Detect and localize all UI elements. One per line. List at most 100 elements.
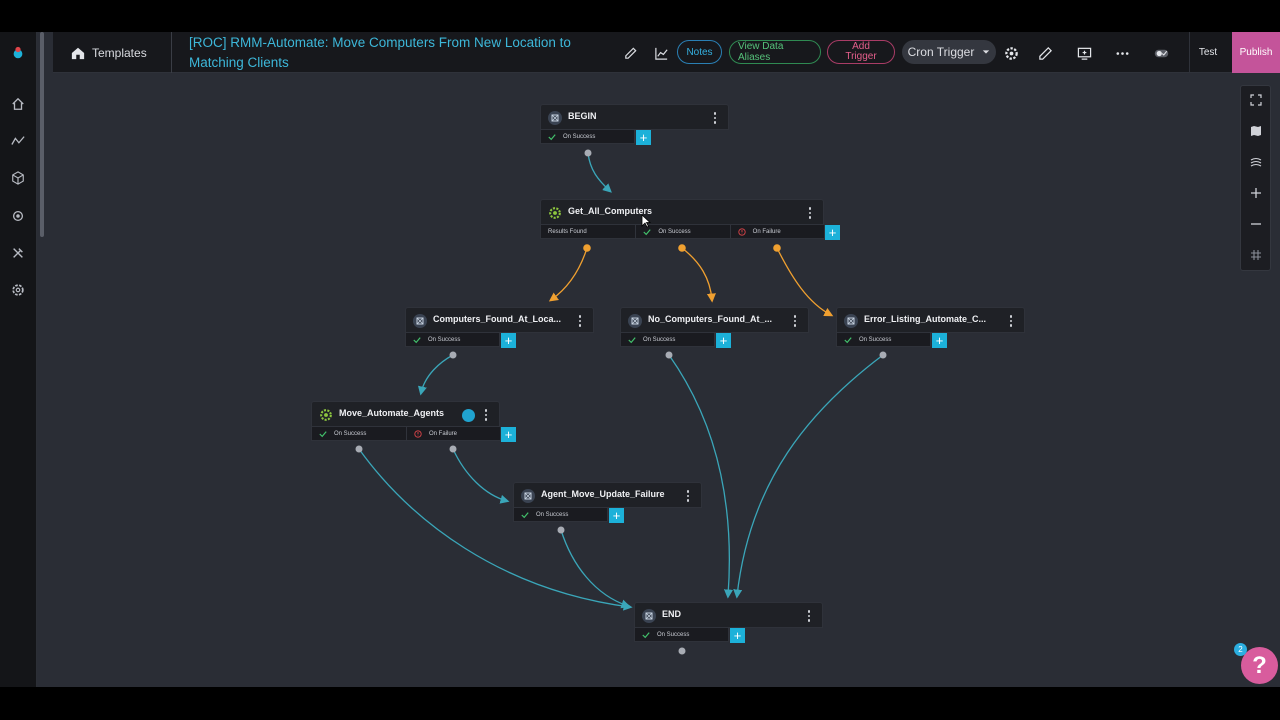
zoom-in-icon[interactable] bbox=[1248, 185, 1264, 201]
node-menu-icon[interactable] bbox=[577, 314, 583, 328]
script-icon bbox=[548, 111, 562, 125]
port-on-success[interactable]: On Success bbox=[635, 628, 728, 642]
node-menu-icon[interactable] bbox=[806, 609, 812, 623]
node-ports: On Success bbox=[634, 628, 729, 642]
add-step-button[interactable]: + bbox=[636, 130, 651, 145]
port-results-found[interactable]: Results Found bbox=[541, 225, 635, 239]
port-label: Results Found bbox=[548, 229, 587, 235]
error-icon bbox=[414, 430, 422, 438]
port-label: On Failure bbox=[429, 431, 458, 437]
node-menu-icon[interactable] bbox=[712, 111, 718, 125]
wire-results-to-found bbox=[548, 247, 588, 302]
port-label: On Success bbox=[428, 337, 461, 343]
node-ports: On Success On Failure bbox=[311, 427, 501, 441]
node-title: Error_Listing_Automate_C... bbox=[864, 314, 987, 324]
node-header[interactable]: Error_Listing_Automate_C... bbox=[836, 307, 1025, 333]
add-step-button[interactable]: + bbox=[730, 628, 745, 643]
node-ports: On Success bbox=[405, 333, 500, 347]
node-menu-icon[interactable] bbox=[685, 489, 691, 503]
gear-icon bbox=[319, 408, 333, 422]
node-menu-icon[interactable] bbox=[1008, 314, 1014, 328]
port-label: On Failure bbox=[752, 229, 781, 235]
port-label: On Success bbox=[657, 632, 690, 638]
fullscreen-icon[interactable] bbox=[1248, 92, 1264, 108]
wire-found-to-move bbox=[417, 354, 454, 396]
wire-move-failure-to-agent-fail bbox=[452, 448, 510, 504]
port-label: On Success bbox=[643, 337, 676, 343]
node-ports: On Success bbox=[513, 508, 608, 522]
port-on-success[interactable]: On Success bbox=[621, 333, 714, 347]
port-on-failure[interactable]: On Failure bbox=[406, 427, 500, 441]
check-icon bbox=[413, 337, 421, 344]
mouse-cursor-icon bbox=[641, 214, 651, 228]
port-label: On Success bbox=[658, 229, 691, 235]
add-step-button[interactable]: + bbox=[501, 427, 516, 442]
node-error-listing[interactable]: Error_Listing_Automate_C... On Success + bbox=[836, 307, 1025, 355]
map-icon[interactable] bbox=[1248, 123, 1264, 139]
node-end[interactable]: END On Success + bbox=[634, 602, 823, 650]
check-icon bbox=[628, 337, 636, 344]
gear-icon bbox=[548, 206, 562, 220]
port-on-success[interactable]: On Success bbox=[406, 333, 499, 347]
port-on-success[interactable]: On Success bbox=[514, 508, 607, 522]
node-title: Computers_Found_At_Loca... bbox=[433, 314, 562, 324]
script-icon bbox=[844, 314, 858, 328]
node-no-computers-found[interactable]: No_Computers_Found_At_... On Success + bbox=[620, 307, 809, 355]
script-icon bbox=[521, 489, 535, 503]
sync-icon bbox=[462, 409, 475, 422]
help-badge: 2 bbox=[1234, 643, 1247, 656]
check-icon bbox=[548, 134, 556, 141]
port-label: On Success bbox=[536, 512, 569, 518]
add-step-button[interactable]: + bbox=[609, 508, 624, 523]
node-move-automate-agents[interactable]: Move_Automate_Agents On Success On Failu… bbox=[311, 401, 516, 449]
wire-error-to-end bbox=[733, 354, 884, 599]
node-title: END bbox=[662, 609, 682, 619]
node-ports: On Success bbox=[540, 130, 635, 144]
port-label: On Success bbox=[334, 431, 367, 437]
check-icon bbox=[642, 632, 650, 639]
node-header[interactable]: Move_Automate_Agents bbox=[311, 401, 500, 427]
add-step-button[interactable]: + bbox=[716, 333, 731, 348]
wire-failure-to-error bbox=[776, 247, 834, 317]
node-ports: Results Found On Success On Failure bbox=[540, 225, 825, 239]
script-icon bbox=[413, 314, 427, 328]
port-on-success[interactable]: On Success bbox=[312, 427, 406, 441]
node-title: No_Computers_Found_At_... bbox=[648, 314, 773, 324]
port-on-success[interactable]: On Success bbox=[541, 130, 634, 144]
canvas-tools bbox=[1240, 85, 1271, 271]
node-header[interactable]: Computers_Found_At_Loca... bbox=[405, 307, 594, 333]
check-icon bbox=[521, 512, 529, 519]
script-icon bbox=[628, 314, 642, 328]
script-icon bbox=[642, 609, 656, 623]
add-step-button[interactable]: + bbox=[825, 225, 840, 240]
node-header[interactable]: BEGIN bbox=[540, 104, 729, 130]
node-begin[interactable]: BEGIN On Success + bbox=[540, 104, 729, 152]
node-agent-move-update-failure[interactable]: Agent_Move_Update_Failure On Success + bbox=[513, 482, 702, 530]
layers-icon[interactable] bbox=[1248, 154, 1264, 170]
node-computers-found[interactable]: Computers_Found_At_Loca... On Success + bbox=[405, 307, 594, 355]
wire-no-found-to-end bbox=[668, 354, 734, 599]
wire-begin-to-get-all bbox=[587, 152, 612, 193]
port-label: On Success bbox=[859, 337, 892, 343]
zoom-out-icon[interactable] bbox=[1248, 216, 1264, 232]
node-header[interactable]: Get_All_Computers bbox=[540, 199, 824, 225]
node-menu-icon[interactable] bbox=[807, 206, 813, 220]
add-step-button[interactable]: + bbox=[501, 333, 516, 348]
node-title: BEGIN bbox=[568, 111, 597, 121]
port-on-failure[interactable]: On Failure bbox=[729, 225, 824, 239]
error-icon bbox=[738, 228, 746, 236]
wire-success-to-no-found bbox=[681, 247, 716, 303]
help-button[interactable]: ? bbox=[1241, 647, 1278, 684]
grid-icon[interactable] bbox=[1248, 247, 1264, 263]
node-header[interactable]: Agent_Move_Update_Failure bbox=[513, 482, 702, 508]
node-header[interactable]: END bbox=[634, 602, 823, 628]
node-ports: On Success bbox=[836, 333, 931, 347]
node-get-all-computers[interactable]: Get_All_Computers Results Found On Succe… bbox=[540, 199, 840, 247]
check-icon bbox=[643, 229, 651, 236]
add-step-button[interactable]: + bbox=[932, 333, 947, 348]
node-menu-icon[interactable] bbox=[483, 408, 489, 422]
node-menu-icon[interactable] bbox=[792, 314, 798, 328]
node-header[interactable]: No_Computers_Found_At_... bbox=[620, 307, 809, 333]
port-on-success[interactable]: On Success bbox=[837, 333, 930, 347]
node-title: Agent_Move_Update_Failure bbox=[541, 489, 665, 499]
